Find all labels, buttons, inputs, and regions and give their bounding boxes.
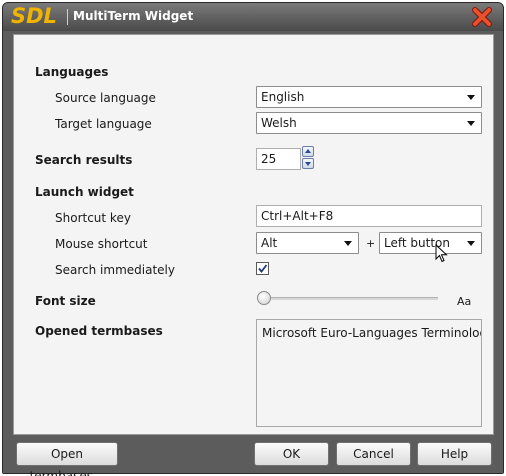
mouse-pointer-icon <box>435 244 448 263</box>
chevron-down-icon <box>467 121 475 126</box>
chevron-down-icon <box>467 241 475 246</box>
ok-button[interactable]: OK <box>254 442 329 466</box>
search-results-decrement[interactable] <box>302 158 314 169</box>
source-language-value: English <box>261 90 305 104</box>
section-opened-termbases: Opened termbases <box>35 324 163 338</box>
source-language-select[interactable]: English <box>256 86 482 108</box>
checkmark-icon <box>258 264 268 273</box>
search-immediately-checkbox[interactable] <box>256 262 269 275</box>
search-immediately-label: Search immediately <box>55 263 175 277</box>
plus-sign: + <box>366 237 376 250</box>
help-button[interactable]: Help <box>417 442 492 466</box>
font-size-slider-track[interactable] <box>264 297 438 300</box>
font-size-sample: Aa <box>457 295 472 308</box>
mouse-modifier-value: Alt <box>261 236 278 250</box>
termbases-list[interactable]: Microsoft Euro-Languages Terminology C <box>256 319 482 427</box>
section-languages: Languages <box>35 65 109 79</box>
settings-panel: Languages Source language English Target… <box>13 34 494 435</box>
close-button[interactable] <box>471 7 493 27</box>
target-language-label: Target language <box>55 117 152 131</box>
open-termbases-button[interactable]: Open termbases... <box>16 442 118 476</box>
title-bar: SDL MultiTerm Widget <box>3 3 503 31</box>
section-font-size: Font size <box>35 294 96 308</box>
window-title: MultiTerm Widget <box>73 9 194 23</box>
target-language-value: Welsh <box>261 116 297 130</box>
font-size-slider-thumb[interactable] <box>257 291 271 305</box>
section-search-results: Search results <box>35 153 133 167</box>
search-results-increment[interactable] <box>302 146 314 157</box>
sdl-logo: SDL <box>11 4 57 28</box>
source-language-label: Source language <box>55 91 156 105</box>
close-icon <box>472 7 492 27</box>
arrow-up-icon <box>305 149 311 153</box>
mouse-button-select[interactable]: Left button <box>379 232 482 254</box>
chevron-down-icon <box>467 95 475 100</box>
target-language-select[interactable]: Welsh <box>256 112 482 134</box>
cancel-button[interactable]: Cancel <box>336 442 411 466</box>
mouse-shortcut-label: Mouse shortcut <box>55 237 148 251</box>
button-bar: Open termbases... OK Cancel Help <box>3 435 503 476</box>
search-results-input[interactable]: 25 <box>256 148 301 170</box>
chevron-down-icon <box>344 241 352 246</box>
mouse-modifier-select[interactable]: Alt <box>256 232 359 254</box>
termbase-item[interactable]: Microsoft Euro-Languages Terminology C <box>262 326 481 340</box>
arrow-down-icon <box>305 162 311 166</box>
title-separator <box>67 9 68 25</box>
shortcut-key-label: Shortcut key <box>55 211 131 225</box>
section-launch-widget: Launch widget <box>35 185 134 199</box>
multiterm-widget-window: SDL MultiTerm Widget Languages Source la… <box>2 2 504 476</box>
shortcut-key-input[interactable]: Ctrl+Alt+F8 <box>256 205 482 227</box>
